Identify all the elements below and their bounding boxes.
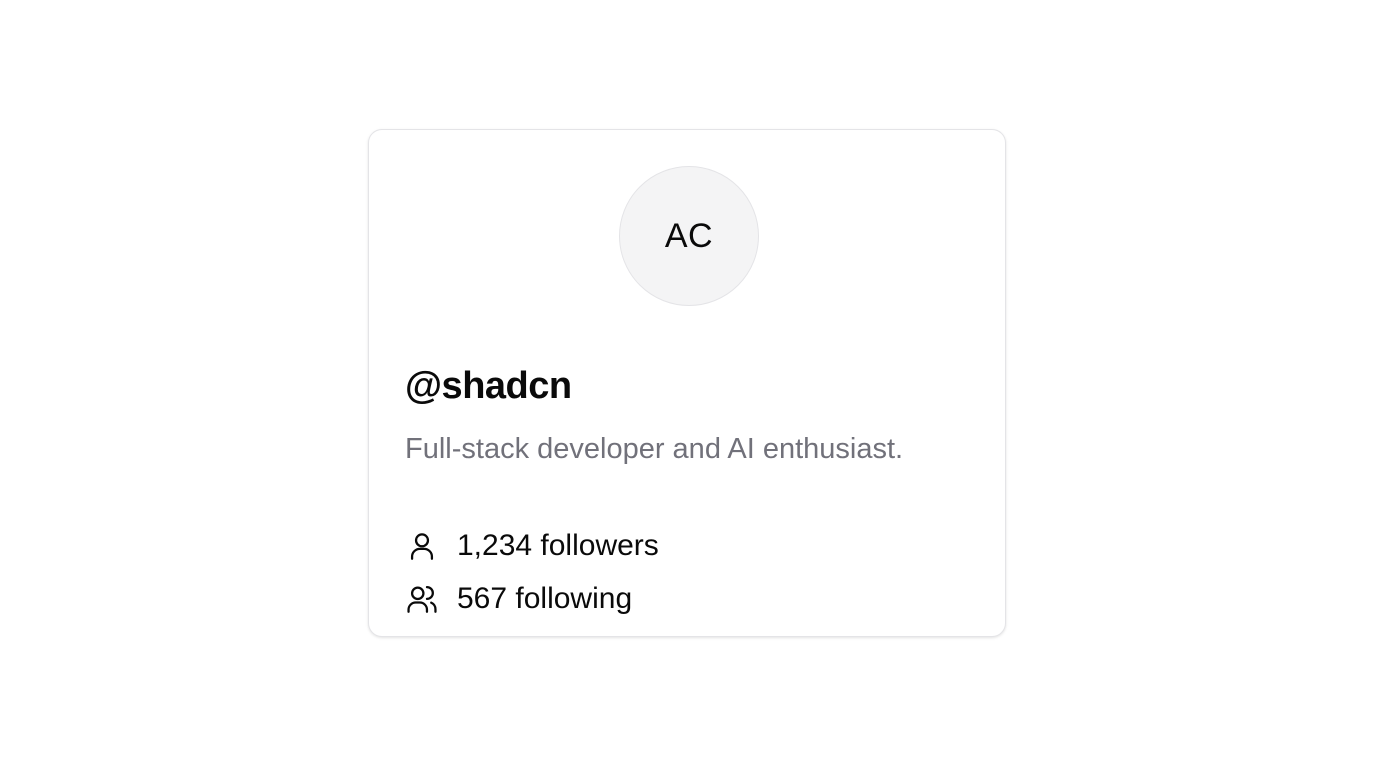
page: AC @shadcn Full-stack developer and AI e…	[0, 0, 1376, 768]
username: @shadcn	[405, 365, 572, 407]
following-stat: 567 following	[405, 579, 632, 619]
user-icon	[405, 529, 439, 563]
followers-stat: 1,234 followers	[405, 526, 659, 566]
bio: Full-stack developer and AI enthusiast.	[405, 433, 904, 465]
following-count: 567 following	[457, 582, 633, 615]
profile-card: AC @shadcn Full-stack developer and AI e…	[368, 129, 1006, 637]
avatar: AC	[619, 166, 759, 306]
users-icon	[405, 582, 439, 616]
followers-count: 1,234 followers	[457, 529, 659, 562]
avatar-initials: AC	[664, 216, 714, 255]
